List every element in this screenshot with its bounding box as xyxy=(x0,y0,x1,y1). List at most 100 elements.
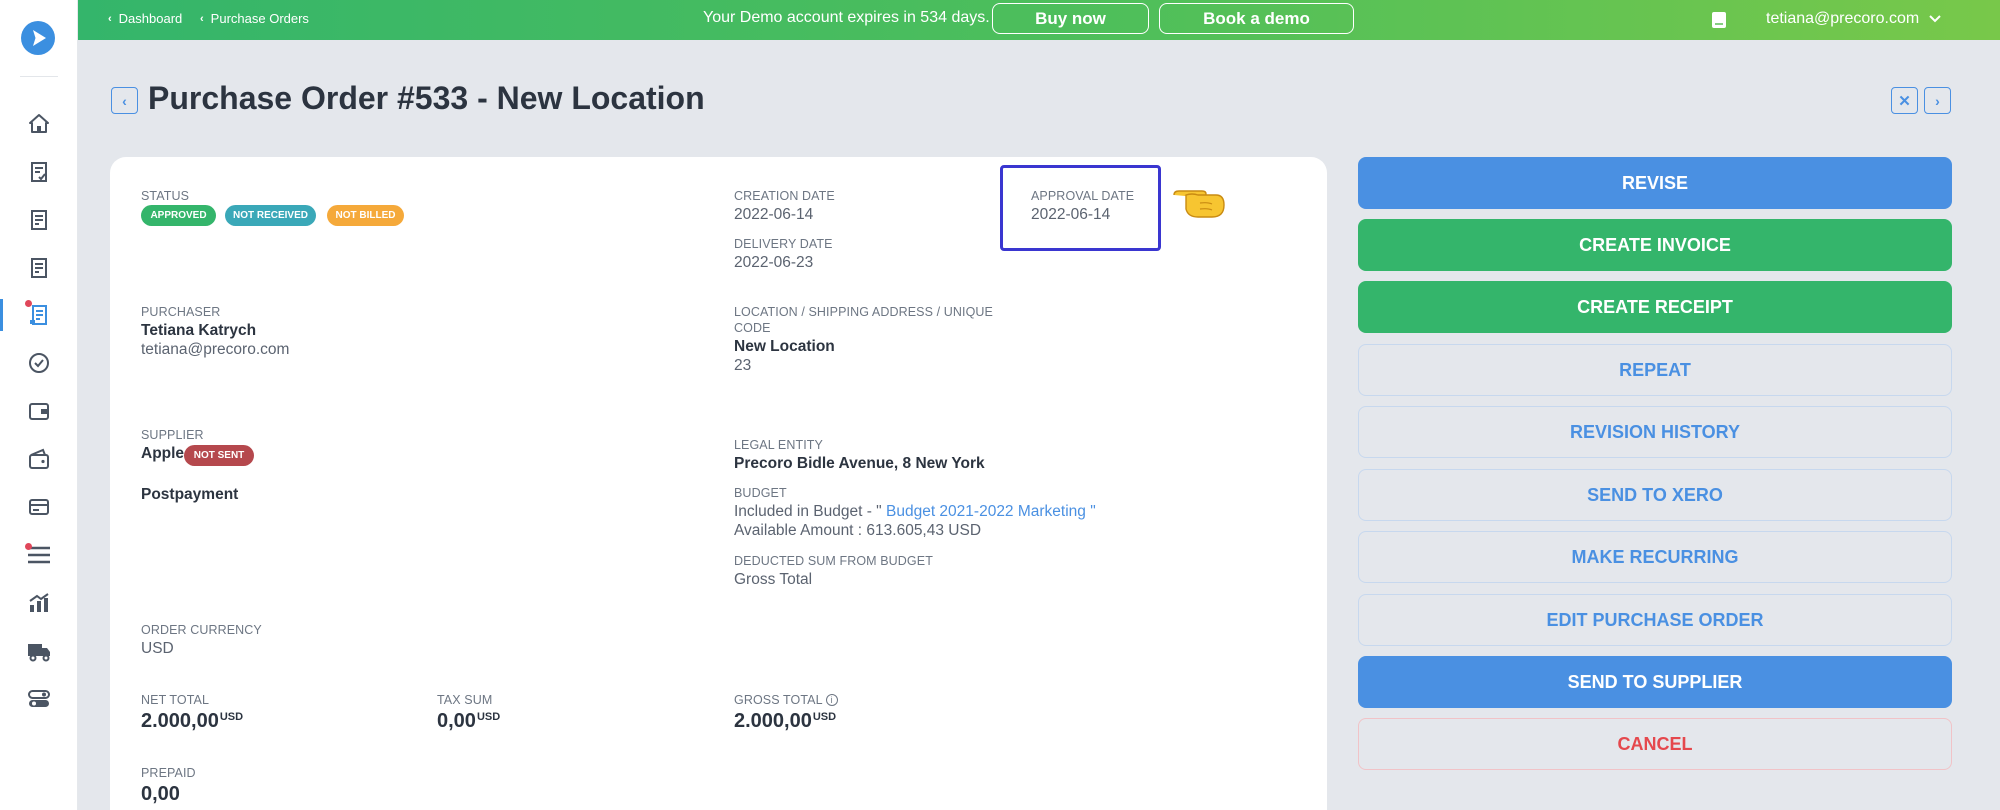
make-recurring-button[interactable]: MAKE RECURRING xyxy=(1358,531,1952,583)
chevron-right-icon: › xyxy=(1935,92,1940,109)
creation-date-value: 2022-06-14 xyxy=(734,206,814,223)
location-label-line2: CODE xyxy=(734,321,771,335)
edit-purchase-order-button[interactable]: EDIT PURCHASE ORDER xyxy=(1358,594,1952,646)
close-icon: ✕ xyxy=(1898,92,1911,110)
sidebar-item-approvals[interactable] xyxy=(0,343,78,383)
notification-dot xyxy=(25,300,32,307)
budget-link[interactable]: Budget 2021-2022 Marketing xyxy=(886,503,1086,520)
order-currency-value: USD xyxy=(141,640,174,657)
breadcrumb-label: Dashboard xyxy=(118,11,183,26)
delivery-date-value: 2022-06-23 xyxy=(734,254,814,271)
budget-label: BUDGET xyxy=(734,486,787,500)
status-badge-approved: APPROVED xyxy=(141,205,216,226)
location-label-line1: LOCATION / SHIPPING ADDRESS / UNIQUE xyxy=(734,305,993,319)
breadcrumb-purchase-orders[interactable]: ‹ Purchase Orders xyxy=(200,11,309,26)
buy-now-button[interactable]: Buy now xyxy=(992,3,1149,34)
sidebar-item-wallet[interactable] xyxy=(0,391,78,431)
status-label: STATUS xyxy=(141,189,190,203)
top-bar: ‹ Dashboard ‹ Purchase Orders Your Demo … xyxy=(78,0,2000,40)
status-badge-not-billed: NOT BILLED xyxy=(327,205,404,226)
deducted-sum-label: DEDUCTED SUM FROM BUDGET xyxy=(734,554,933,568)
supplier-label: SUPPLIER xyxy=(141,428,204,442)
available-amount: Available Amount : 613.605,43 USD xyxy=(734,522,982,539)
sidebar-item-purchase-orders[interactable] xyxy=(0,295,78,335)
sidebar xyxy=(0,0,78,810)
legal-entity-value: Precoro Bidle Avenue, 8 New York xyxy=(734,455,985,472)
cancel-button[interactable]: CANCEL xyxy=(1358,718,1952,770)
gross-total-amount: 2.000,00 xyxy=(734,710,812,732)
gross-total-label-text: GROSS TOTAL xyxy=(734,693,823,707)
send-to-xero-button[interactable]: SEND TO XERO xyxy=(1358,469,1952,521)
close-button[interactable]: ✕ xyxy=(1891,87,1918,114)
user-menu[interactable]: tetiana@precoro.com xyxy=(1766,10,1941,28)
prepaid-value: 0,00 xyxy=(141,783,180,805)
chevron-left-icon: ‹ xyxy=(108,12,112,25)
sidebar-item-documents-2[interactable] xyxy=(0,248,78,288)
sidebar-item-cards[interactable] xyxy=(0,487,78,527)
legal-entity-label: LEGAL ENTITY xyxy=(734,438,823,452)
create-receipt-button[interactable]: CREATE RECEIPT xyxy=(1358,281,1952,333)
notification-dot xyxy=(25,543,32,550)
gross-total-value: 2.000,00USD xyxy=(734,710,836,733)
info-icon[interactable]: i xyxy=(825,694,838,706)
sidebar-item-analytics[interactable] xyxy=(0,583,78,623)
sidebar-item-home[interactable] xyxy=(0,104,78,144)
net-total-value: 2.000,00USD xyxy=(141,710,243,733)
tax-sum-amount: 0,00 xyxy=(437,710,476,732)
purchaser-label: PURCHASER xyxy=(141,305,221,319)
previous-order-button[interactable]: ‹ xyxy=(111,87,138,114)
check-circle-icon xyxy=(29,353,49,373)
notes-icon[interactable] xyxy=(1711,11,1727,34)
deducted-sum-value: Gross Total xyxy=(734,571,813,588)
creation-date-label: CREATION DATE xyxy=(734,189,835,203)
supplier-status-badge: NOT SENT xyxy=(184,445,254,466)
precoro-logo-icon[interactable] xyxy=(21,21,55,55)
prepaid-label: PREPAID xyxy=(141,766,196,780)
tax-sum-label: TAX SUM xyxy=(437,693,493,707)
budget-prefix: Included in Budget - " xyxy=(734,503,886,520)
delivery-date-label: DELIVERY DATE xyxy=(734,237,833,251)
tax-sum-value: 0,00USD xyxy=(437,710,500,733)
breadcrumb-dashboard[interactable]: ‹ Dashboard xyxy=(108,11,182,26)
gross-total-label: GROSS TOTAL i xyxy=(734,692,838,708)
net-total-label: NET TOTAL xyxy=(141,693,210,707)
demo-expiry-text: Your Demo account expires in 534 days. xyxy=(703,9,990,26)
sidebar-item-requisitions[interactable] xyxy=(0,152,78,192)
approval-date-label: APPROVAL DATE xyxy=(1031,189,1135,203)
document-icon xyxy=(31,210,47,230)
divider xyxy=(20,76,58,77)
delivery-truck-icon xyxy=(28,644,50,662)
tax-sum-unit: USD xyxy=(476,711,501,723)
document-icon xyxy=(31,258,47,278)
home-icon xyxy=(29,114,49,133)
sidebar-item-delivery[interactable] xyxy=(0,631,78,671)
repeat-button[interactable]: REPEAT xyxy=(1358,344,1952,396)
book-demo-button[interactable]: Book a demo xyxy=(1159,3,1354,34)
gross-total-unit: USD xyxy=(812,711,837,723)
wallet-icon xyxy=(29,403,49,420)
revise-button[interactable]: REVISE xyxy=(1358,157,1952,209)
location-name: New Location xyxy=(734,338,835,355)
revision-history-button[interactable]: REVISION HISTORY xyxy=(1358,406,1952,458)
sidebar-item-payments[interactable] xyxy=(0,439,78,479)
payment-terms: Postpayment xyxy=(141,486,239,503)
analytics-icon xyxy=(29,593,49,612)
toggles-icon xyxy=(28,690,50,707)
net-total-unit: USD xyxy=(219,711,244,723)
order-currency-label: ORDER CURRENCY xyxy=(141,623,262,637)
budget-line: Included in Budget - " Budget 2021-2022 … xyxy=(734,503,1096,521)
next-order-button[interactable]: › xyxy=(1924,87,1951,114)
page-title: Purchase Order #533 - New Location xyxy=(148,80,705,116)
chevron-down-icon xyxy=(1929,15,1941,23)
sidebar-item-list[interactable] xyxy=(0,535,78,575)
send-to-supplier-button[interactable]: SEND TO SUPPLIER xyxy=(1358,656,1952,708)
purchaser-name: Tetiana Katrych xyxy=(141,322,257,339)
sidebar-item-documents-1[interactable] xyxy=(0,200,78,240)
budget-suffix: " xyxy=(1085,503,1096,520)
sidebar-item-settings[interactable] xyxy=(0,679,78,719)
breadcrumb-label: Purchase Orders xyxy=(210,11,309,26)
user-email: tetiana@precoro.com xyxy=(1766,10,1920,27)
purchase-order-icon xyxy=(30,305,47,325)
create-invoice-button[interactable]: CREATE INVOICE xyxy=(1358,219,1952,271)
chevron-left-icon: ‹ xyxy=(200,12,204,25)
